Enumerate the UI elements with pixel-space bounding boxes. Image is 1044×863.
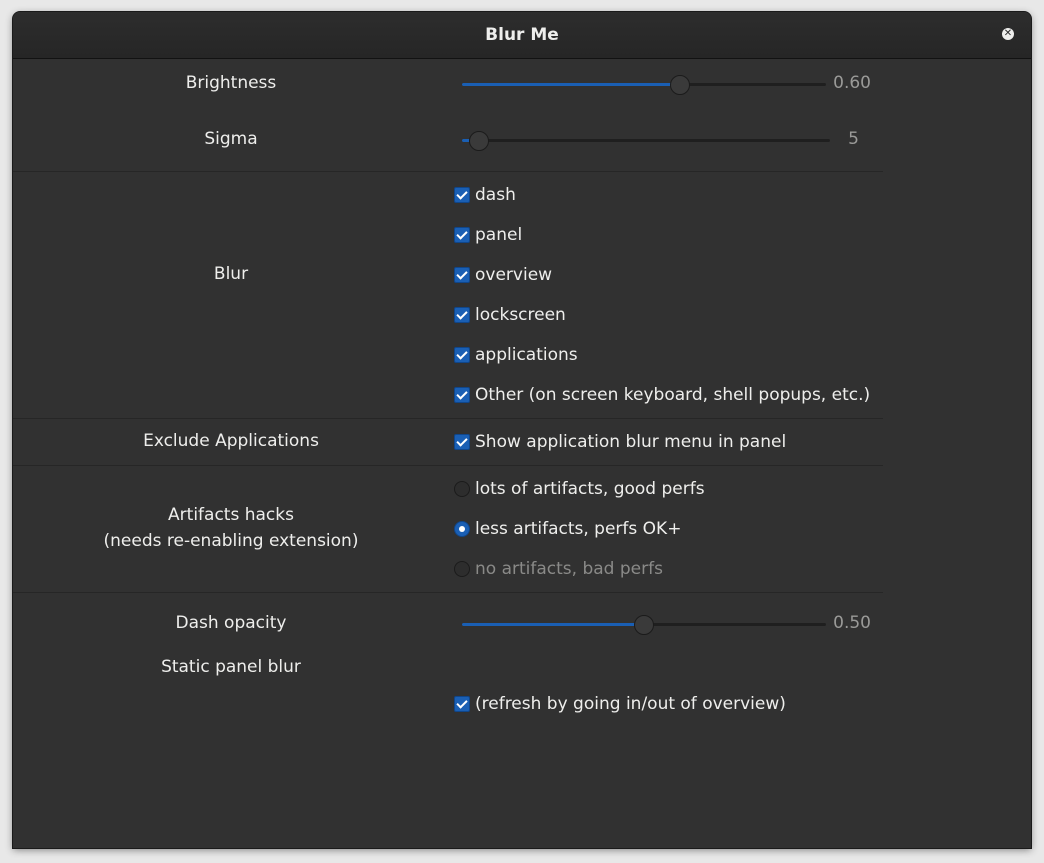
checkbox-checked-icon (454, 307, 470, 323)
dash-opacity-label: Dash opacity (175, 613, 287, 633)
checkbox-checked-icon (454, 227, 470, 243)
radio-unchecked-icon (454, 481, 470, 497)
blur-applications-label: applications (475, 345, 578, 365)
separator (13, 171, 883, 172)
preferences-window: Blur Me ✕ Brightness 0.60 Sigma 5 Blur d… (13, 12, 1031, 848)
dash-opacity-slider-knob[interactable] (634, 615, 654, 635)
settings-content: Brightness 0.60 Sigma 5 Blur dash panel (13, 59, 1031, 848)
artifacts-option-lots[interactable]: lots of artifacts, good perfs (454, 478, 705, 500)
checkbox-checked-icon (454, 187, 470, 203)
brightness-slider-fill (462, 83, 681, 86)
brightness-label: Brightness (185, 73, 277, 93)
checkbox-checked-icon (454, 696, 470, 712)
blur-panel-label: panel (475, 225, 523, 245)
artifacts-hacks-label: Artifacts hacks (168, 505, 294, 525)
separator (13, 418, 883, 419)
dash-opacity-slider-fill (462, 623, 644, 626)
blur-panel-checkbox[interactable]: panel (454, 224, 522, 246)
blur-applications-checkbox[interactable]: applications (454, 344, 578, 366)
static-panel-blur-label: Static panel blur (161, 657, 301, 677)
brightness-value: 0.60 (833, 73, 871, 93)
blur-other-label: Other (on screen keyboard, shell popups,… (475, 385, 871, 405)
blur-dash-checkbox[interactable]: dash (454, 184, 516, 206)
blur-overview-label: overview (475, 265, 553, 285)
blur-dash-label: dash (475, 185, 516, 205)
close-button[interactable]: ✕ (1002, 28, 1014, 40)
artifacts-hacks-sublabel: (needs re-enabling extension) (103, 531, 359, 551)
static-panel-blur-checkbox[interactable]: (refresh by going in/out of overview) (454, 693, 786, 715)
sigma-slider-knob[interactable] (468, 131, 489, 151)
titlebar: Blur Me ✕ (13, 12, 1031, 59)
sigma-label: Sigma (204, 129, 258, 149)
checkbox-checked-icon (454, 434, 470, 450)
checkbox-checked-icon (454, 347, 470, 363)
separator (13, 465, 883, 466)
sigma-slider-trough (462, 139, 830, 142)
blur-overview-checkbox[interactable]: overview (454, 264, 552, 286)
exclude-applications-label: Exclude Applications (143, 431, 319, 451)
separator (13, 592, 883, 593)
brightness-slider-knob[interactable] (670, 75, 691, 95)
show-app-blur-menu-checkbox[interactable]: Show application blur menu in panel (454, 431, 786, 453)
radio-unchecked-icon (454, 561, 470, 577)
dash-opacity-slider[interactable] (462, 615, 826, 635)
radio-checked-icon (454, 521, 470, 537)
sigma-slider[interactable] (462, 131, 830, 151)
artifacts-option-none-label: no artifacts, bad perfs (475, 559, 663, 579)
blur-lockscreen-checkbox[interactable]: lockscreen (454, 304, 566, 326)
window-title: Blur Me (485, 25, 559, 45)
dash-opacity-value: 0.50 (833, 613, 871, 633)
close-icon: ✕ (1003, 28, 1013, 39)
artifacts-option-none[interactable]: no artifacts, bad perfs (454, 558, 663, 580)
checkbox-checked-icon (454, 387, 470, 403)
blur-lockscreen-label: lockscreen (475, 305, 566, 325)
static-panel-blur-option-label: (refresh by going in/out of overview) (475, 694, 786, 714)
artifacts-option-less[interactable]: less artifacts, perfs OK+ (454, 518, 681, 540)
artifacts-option-lots-label: lots of artifacts, good perfs (475, 479, 705, 499)
checkbox-checked-icon (454, 267, 470, 283)
show-app-blur-menu-label: Show application blur menu in panel (475, 432, 787, 452)
artifacts-option-less-label: less artifacts, perfs OK+ (475, 519, 682, 539)
sigma-value: 5 (848, 129, 859, 149)
brightness-slider[interactable] (462, 75, 826, 95)
blur-label: Blur (213, 264, 249, 284)
blur-other-checkbox[interactable]: Other (on screen keyboard, shell popups,… (454, 384, 870, 406)
